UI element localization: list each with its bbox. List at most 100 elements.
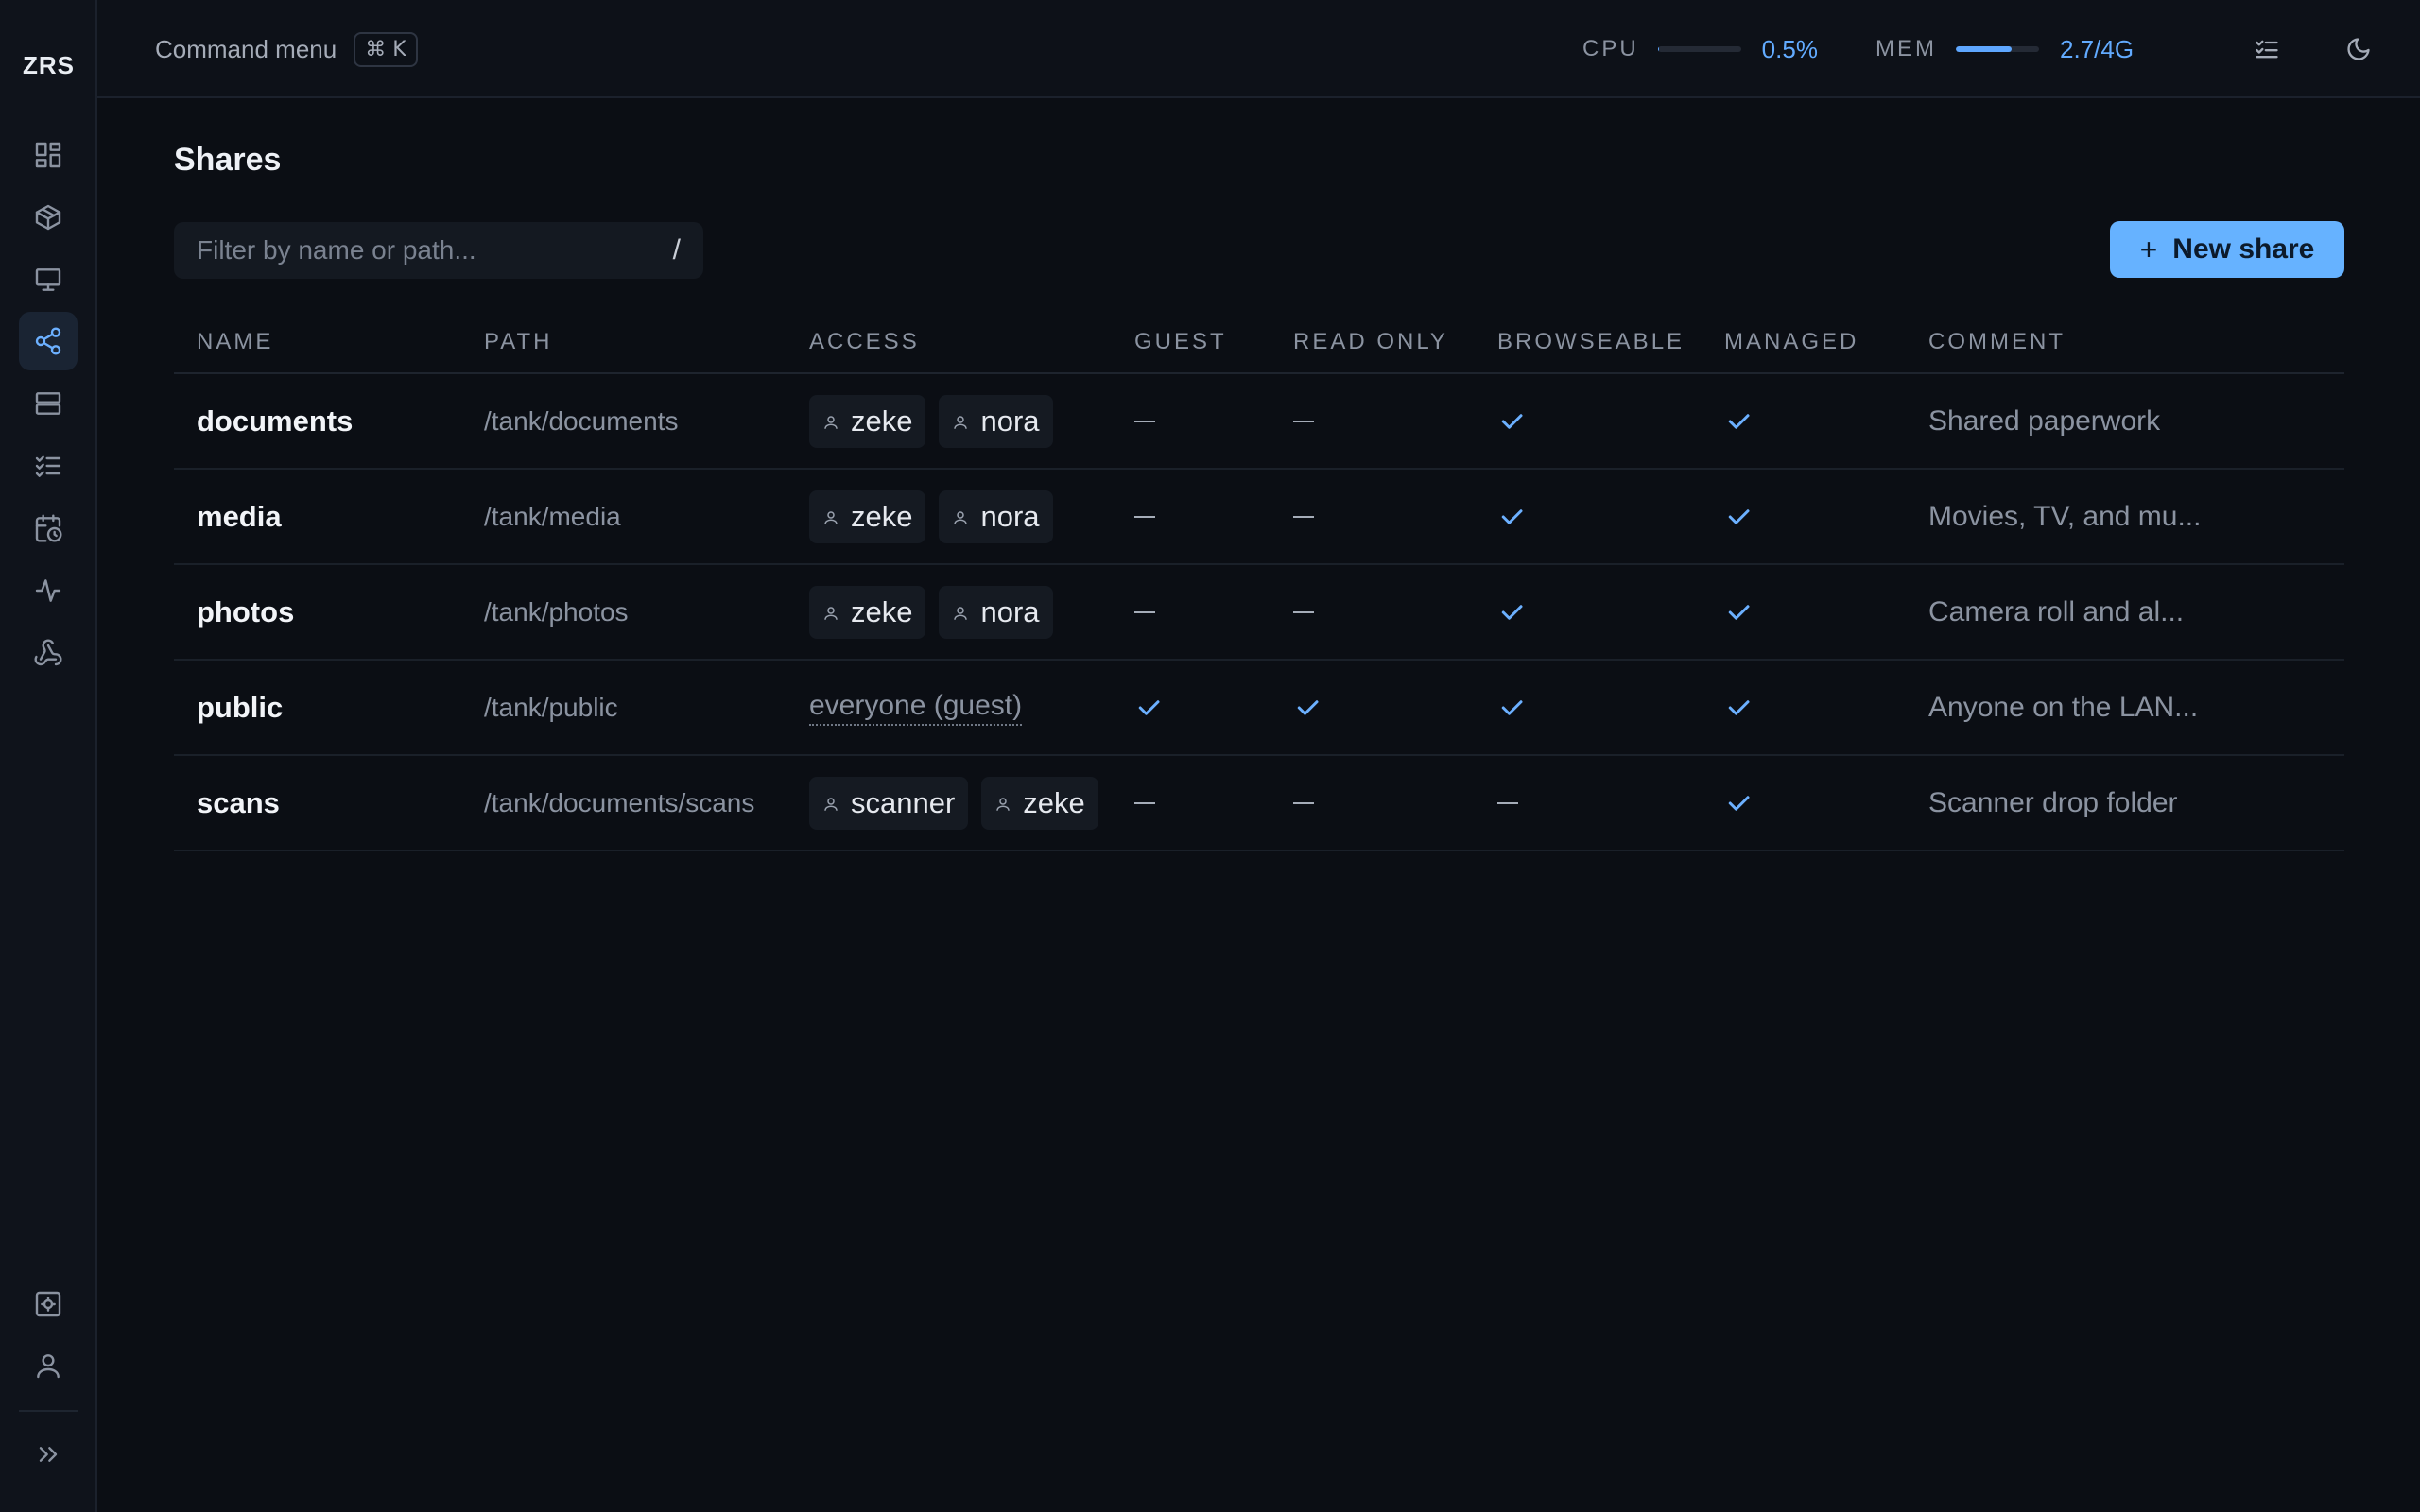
guest-dash-icon <box>1134 470 1155 563</box>
sidebar-item-shares[interactable] <box>19 312 78 370</box>
share-path: /tank/photos <box>484 596 629 627</box>
access-user-chip[interactable]: zeke <box>981 776 1098 830</box>
managed-check-icon <box>1724 470 1753 563</box>
mem-label: MEM <box>1876 36 1937 61</box>
share-comment: Movies, TV, and mu... <box>1928 500 2202 532</box>
sidebar-item-account[interactable] <box>19 1336 78 1395</box>
user-icon <box>822 404 839 438</box>
sidebar-item-storage[interactable] <box>19 374 78 433</box>
browseable-check-icon <box>1497 661 1526 754</box>
server-icon <box>35 392 61 415</box>
filter-input[interactable] <box>197 235 673 266</box>
tasks-icon <box>35 455 61 477</box>
share-name[interactable]: public <box>197 661 283 754</box>
theme-toggle-button[interactable] <box>2340 30 2377 68</box>
share-name[interactable]: documents <box>197 374 353 468</box>
new-share-button[interactable]: + New share <box>2110 221 2344 278</box>
column-header-read-only[interactable]: READ ONLY <box>1293 329 1448 355</box>
settings-icon <box>35 1291 61 1317</box>
column-header-access[interactable]: ACCESS <box>809 329 920 355</box>
read-only-check-icon <box>1293 661 1322 754</box>
sidebar-item-schedule[interactable] <box>19 499 78 558</box>
access-user-chip[interactable]: zeke <box>809 394 926 448</box>
read-only-dash-icon <box>1293 565 1314 659</box>
cpu-bar-fill <box>1657 46 1660 52</box>
share-comment: Anyone on the LAN... <box>1928 691 2199 723</box>
mem-meter: MEM 2.7/4G <box>1876 28 2134 70</box>
sidebar-item-tasks[interactable] <box>19 437 78 495</box>
managed-check-icon <box>1724 374 1753 468</box>
table-row[interactable]: documents/tank/documents zeke nora Shared p… <box>174 374 2344 470</box>
package-icon <box>35 204 61 231</box>
monitor-icon <box>35 268 61 291</box>
sidebar-item-packages[interactable] <box>19 188 78 247</box>
expand-icon <box>39 1447 58 1462</box>
column-header-comment[interactable]: COMMENT <box>1928 329 2066 355</box>
sidebar-item-webhooks[interactable] <box>19 624 78 682</box>
column-header-path[interactable]: PATH <box>484 329 552 355</box>
filter-box: / <box>174 222 703 279</box>
access-everyone-link[interactable]: everyone (guest) <box>809 690 1023 726</box>
sidebar-item-dashboard[interactable] <box>19 126 78 184</box>
dashboard-icon <box>35 142 61 168</box>
share-path: /tank/documents/scans <box>484 787 755 817</box>
browseable-check-icon <box>1497 470 1526 563</box>
shares-table: NAME PATH ACCESS GUEST READ ONLY BROWSEA… <box>174 312 2344 851</box>
user-icon <box>952 595 969 629</box>
access-user-chip[interactable]: nora <box>939 490 1053 543</box>
app-root: ZRS Command menu ⌘ K CPU 0.5% MEM 2.7/4G… <box>0 0 2420 1512</box>
column-header-guest[interactable]: GUEST <box>1134 329 1227 355</box>
share-name[interactable]: scans <box>197 756 280 850</box>
table-body: documents/tank/documents zeke nora Shared p… <box>174 374 2344 851</box>
cpu-value: 0.5% <box>1761 34 1818 63</box>
column-header-name[interactable]: NAME <box>197 329 273 355</box>
mem-bar-fill <box>1956 46 2013 52</box>
list-check-icon <box>2256 40 2278 59</box>
topbar: Command menu ⌘ K CPU 0.5% MEM 2.7/4G <box>97 0 2420 98</box>
sidebar-divider <box>19 1410 78 1412</box>
access-user-chip[interactable]: nora <box>939 394 1053 448</box>
column-header-managed[interactable]: MANAGED <box>1724 329 1858 355</box>
user-icon <box>37 1354 60 1379</box>
column-header-browseable[interactable]: BROWSEABLE <box>1497 329 1685 355</box>
tasks-button[interactable] <box>2248 30 2286 68</box>
access-user-name: zeke <box>851 499 913 533</box>
share-icon <box>35 327 61 355</box>
table-row[interactable]: media/tank/media zeke nora Movies, TV, and … <box>174 470 2344 565</box>
sidebar-item-system-settings[interactable] <box>19 1275 78 1333</box>
sidebar-expand-button[interactable] <box>19 1425 78 1484</box>
access-user-chip[interactable]: nora <box>939 585 1053 639</box>
user-icon <box>952 500 969 534</box>
sidebar-item-activity[interactable] <box>19 561 78 620</box>
user-icon <box>822 786 839 820</box>
webhook-icon <box>34 639 62 666</box>
sidebar: ZRS <box>0 0 97 1512</box>
activity-icon <box>35 579 61 602</box>
share-name[interactable]: photos <box>197 565 294 659</box>
plus-icon: + <box>2139 232 2158 266</box>
new-share-label: New share <box>2172 233 2315 265</box>
access-user-chip[interactable]: zeke <box>809 585 926 639</box>
guest-dash-icon <box>1134 565 1155 659</box>
access-user-chip[interactable]: zeke <box>809 490 926 543</box>
mem-value: 2.7/4G <box>2060 34 2135 63</box>
command-menu-button[interactable]: Command menu ⌘ K <box>155 28 418 70</box>
guest-check-icon <box>1134 661 1163 754</box>
table-row[interactable]: scans/tank/documents/scans scanner zeke Sca… <box>174 756 2344 851</box>
read-only-dash-icon <box>1293 470 1314 563</box>
share-name[interactable]: media <box>197 470 282 563</box>
managed-check-icon <box>1724 756 1753 850</box>
share-comment: Camera roll and al... <box>1928 595 2185 627</box>
command-menu-shortcut: ⌘ K <box>354 31 418 67</box>
command-menu-label: Command menu <box>155 34 337 63</box>
access-user-name: nora <box>980 594 1040 628</box>
sidebar-item-vms[interactable] <box>19 250 78 309</box>
table-row[interactable]: public/tank/public everyone (guest) Anyone… <box>174 661 2344 756</box>
cpu-label: CPU <box>1582 36 1639 61</box>
access-user-chip[interactable]: scanner <box>809 776 969 830</box>
share-path: /tank/media <box>484 501 621 531</box>
share-comment: Shared paperwork <box>1928 404 2161 437</box>
table-row[interactable]: photos/tank/photos zeke nora Camera roll an… <box>174 565 2344 661</box>
calendar-clock-icon <box>35 514 62 542</box>
access-user-name: zeke <box>1023 785 1085 819</box>
